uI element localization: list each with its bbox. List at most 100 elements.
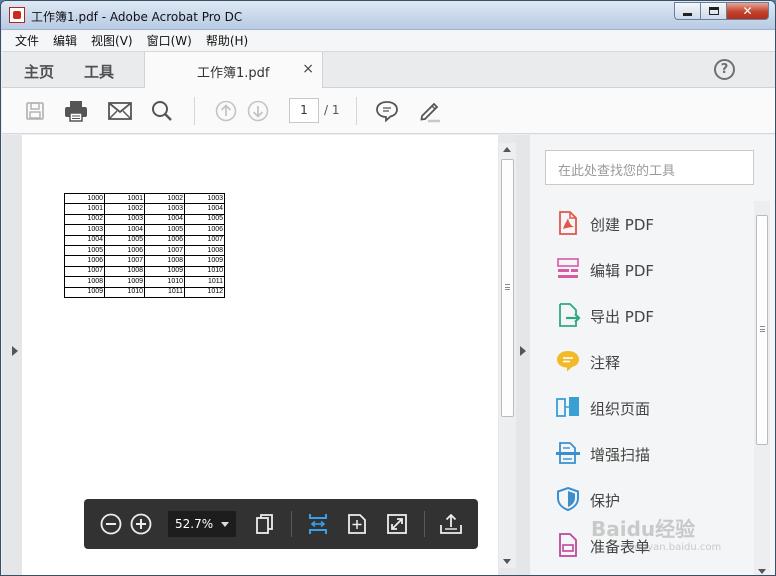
save-icon — [26, 102, 44, 120]
table-row: 1001 1002 1003 1004 — [64, 203, 225, 215]
tool-label: 编辑 PDF — [590, 262, 654, 280]
window-title: 工作簿1.pdf - Adobe Acrobat Pro DC — [31, 10, 243, 24]
page-thumbnails-button[interactable] — [252, 511, 278, 537]
menu-help[interactable]: 帮助(H) — [199, 32, 255, 49]
table-cell: 1008 — [144, 255, 185, 267]
table-cell: 1010 — [104, 286, 145, 298]
tool-create-pdf[interactable]: 创建 PDF — [530, 201, 755, 247]
tab-document[interactable]: 工作簿1.pdf × — [144, 52, 323, 88]
table-row: 1002 1003 1004 1005 — [64, 213, 225, 226]
table-cell: 1011 — [144, 286, 185, 298]
full-screen-icon — [387, 514, 407, 534]
menu-edit[interactable]: 编辑 — [46, 32, 84, 49]
share-button[interactable] — [438, 511, 464, 537]
float-divider — [291, 511, 292, 537]
save-button[interactable] — [22, 98, 48, 124]
tool-label: 保护 — [590, 492, 621, 510]
left-panel-toggle[interactable] — [2, 135, 22, 575]
scroll-down-arrow-icon[interactable] — [503, 559, 511, 564]
table-cell: 1009 — [144, 265, 185, 278]
tools-pane: 在此处查找您的工具 创建 PDF 编辑 PDF 导出 PDF 注释 组织页面 增… — [530, 135, 775, 575]
scroll-up-arrow-icon[interactable] — [503, 147, 511, 152]
tool-organize-pages[interactable]: 组织页面 — [530, 385, 755, 431]
table-cell: 1009 — [104, 276, 145, 288]
tool-label: 导出 PDF — [590, 308, 654, 326]
table-cell: 1001 — [64, 203, 105, 215]
table-cell: 1012 — [184, 286, 225, 298]
minimize-button[interactable] — [674, 2, 700, 20]
full-screen-button[interactable] — [384, 511, 410, 537]
page-number-input[interactable]: 1 — [289, 98, 319, 123]
envelope-icon — [108, 102, 132, 120]
fit-page-button[interactable] — [344, 511, 370, 537]
tools-scroll-thumb[interactable] — [756, 215, 768, 445]
table-cell: 1005 — [144, 224, 185, 236]
tool-comment[interactable]: 注释 — [530, 339, 755, 385]
scroll-down-arrow-icon[interactable] — [758, 569, 766, 574]
close-window-button[interactable]: ✕ — [726, 2, 769, 20]
table-row: 1004 1005 1006 1007 — [64, 234, 225, 246]
maximize-icon — [708, 7, 719, 15]
tool-label: 增强扫描 — [590, 446, 651, 464]
tab-tools[interactable]: 工具 — [84, 61, 114, 82]
tool-export-pdf[interactable]: 导出 PDF — [530, 293, 755, 339]
tool-search-input[interactable]: 在此处查找您的工具 — [545, 150, 754, 185]
find-button[interactable] — [149, 98, 175, 124]
table-cell: 1010 — [184, 265, 225, 278]
title-bar[interactable]: 工作簿1.pdf - Adobe Acrobat Pro DC ✕ — [1, 1, 775, 30]
previous-page-button[interactable] — [213, 98, 239, 124]
next-page-button[interactable] — [245, 98, 271, 124]
zoom-in-button[interactable] — [128, 511, 154, 537]
table-cell: 1004 — [184, 203, 225, 215]
close-icon: ✕ — [742, 4, 753, 18]
table-cell: 1002 — [64, 213, 105, 226]
tool-label: 组织页面 — [590, 400, 651, 418]
help-button[interactable]: ? — [714, 59, 735, 80]
fill-sign-button[interactable] — [417, 98, 443, 124]
tools-scrollbar[interactable] — [754, 201, 770, 575]
comment-icon — [557, 351, 579, 372]
page-total: / 1 — [324, 103, 340, 117]
document-scrollbar[interactable] — [499, 143, 516, 568]
upload-icon — [440, 513, 462, 534]
email-button[interactable] — [107, 98, 133, 124]
right-pane-toggle[interactable] — [516, 135, 530, 575]
table-cell: 1007 — [104, 255, 145, 267]
grip-icon — [505, 284, 510, 290]
comment-button[interactable] — [374, 98, 400, 124]
document-tab-label: 工作簿1.pdf — [197, 66, 270, 81]
zoom-out-button[interactable] — [98, 511, 124, 537]
menu-view[interactable]: 视图(V) — [84, 32, 140, 49]
table-cell: 1008 — [184, 244, 225, 257]
close-tab-button[interactable]: × — [302, 61, 314, 77]
tool-enhance-scan[interactable]: 增强扫描 — [530, 431, 755, 477]
create-pdf-icon — [559, 211, 577, 235]
table-row: 1006 1007 1008 1009 — [64, 255, 225, 267]
minimize-icon — [683, 12, 692, 16]
tool-edit-pdf[interactable]: 编辑 PDF — [530, 247, 755, 293]
toolbar-divider — [194, 97, 195, 125]
table-cell: 1004 — [64, 234, 105, 246]
tool-label: 创建 PDF — [590, 216, 654, 234]
maximize-button[interactable] — [700, 2, 726, 20]
collapse-right-arrow-icon — [520, 346, 526, 356]
fit-width-button[interactable] — [305, 511, 331, 537]
table-row: 1000 1001 1002 1003 — [64, 192, 225, 205]
watermark-logo: Baidu经验 — [591, 517, 696, 541]
table-row: 1009 1010 1011 1012 — [64, 286, 225, 298]
table-cell: 1003 — [64, 224, 105, 236]
tab-home[interactable]: 主页 — [24, 61, 54, 82]
menu-window[interactable]: 窗口(W) — [140, 32, 199, 49]
table-cell: 1005 — [184, 213, 225, 226]
document-table: 1000 1001 1002 1003 1001 1002 1003 1004 1002 1003… — [64, 192, 225, 298]
document-scroll-thumb[interactable] — [501, 159, 514, 417]
table-cell: 1004 — [144, 213, 185, 226]
organize-pages-icon — [556, 397, 579, 417]
table-cell: 1000 — [64, 192, 105, 205]
print-button[interactable] — [63, 98, 89, 124]
tab-row: 主页 工具 工作簿1.pdf × ? — [2, 52, 775, 88]
zoom-level-select[interactable]: 52.7% — [168, 511, 236, 537]
menu-file[interactable]: 文件 — [8, 32, 46, 49]
document-table-body: 1000 1001 1002 1003 1001 1002 1003 1004 1002 1003… — [64, 192, 225, 298]
table-cell: 1011 — [184, 276, 225, 288]
